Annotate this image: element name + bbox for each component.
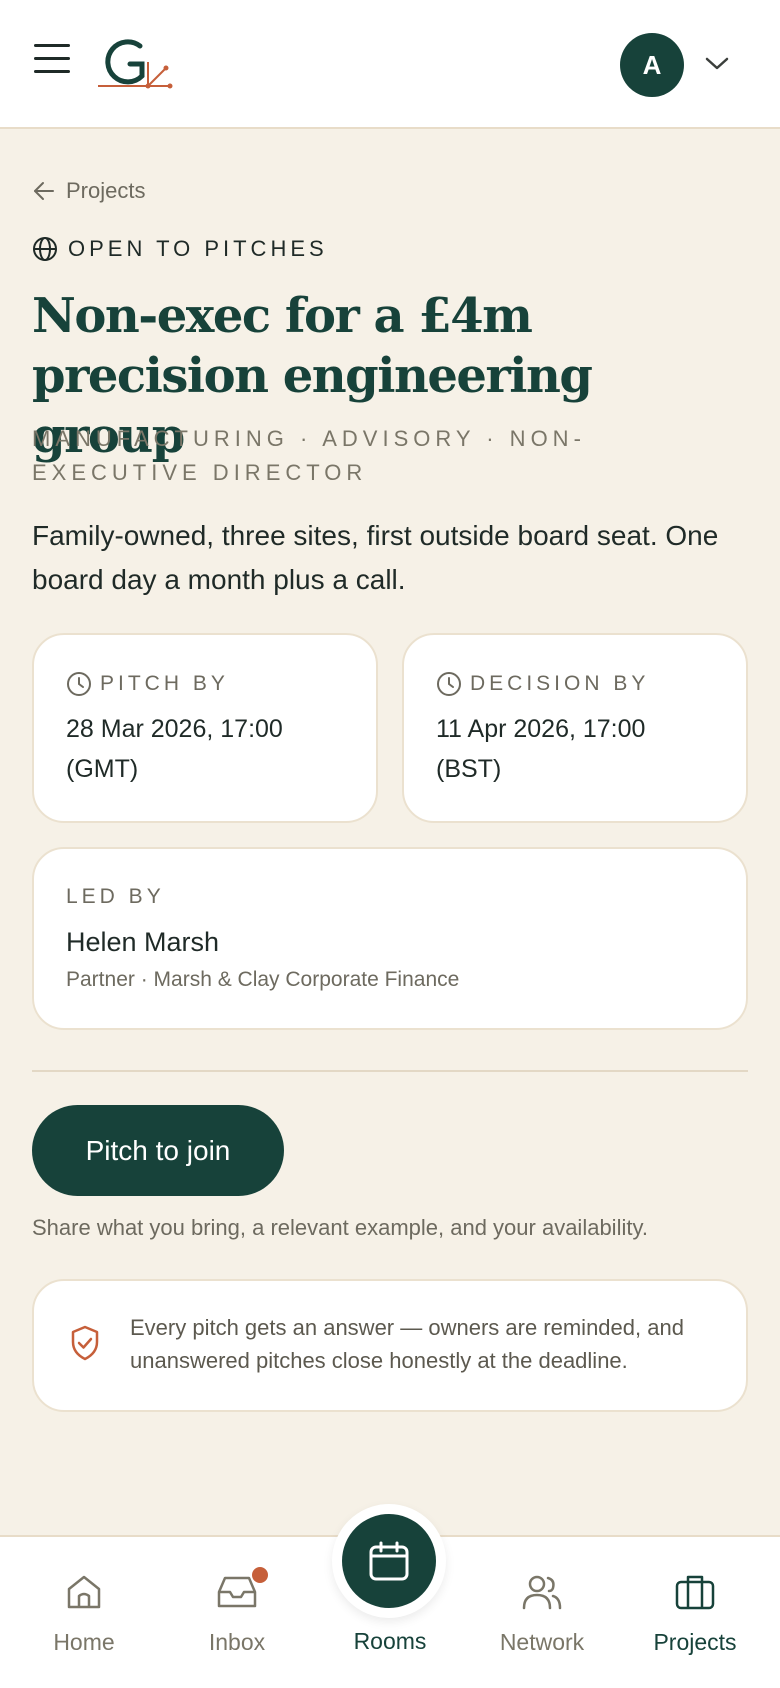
pitch-deadline-card: PITCH BY 28 Mar 2026, 17:00 (GMT)	[32, 633, 378, 823]
project-tags: MANUFACTURING · ADVISORY · NON-EXECUTIVE…	[32, 426, 586, 485]
led-by-label: LED BY	[66, 885, 165, 908]
calendar-icon	[369, 1541, 409, 1581]
nav-projects-label: Projects	[653, 1629, 737, 1655]
nav-network[interactable]: Network	[467, 1567, 617, 1656]
nav-network-label: Network	[499, 1629, 585, 1655]
decision-deadline-label-row: DECISION BY	[436, 671, 714, 697]
pitch-to-join-button[interactable]: Pitch to join	[32, 1105, 284, 1196]
avatar[interactable]: A	[620, 33, 684, 97]
unread-dot	[252, 1567, 268, 1583]
pitch-deadline-value: 28 Mar 2026, 17:00 (GMT)	[66, 715, 283, 783]
nav-inbox[interactable]: Inbox	[162, 1567, 312, 1656]
decision-deadline-card: DECISION BY 11 Apr 2026, 17:00 (BST)	[402, 633, 748, 823]
chevron-down-icon[interactable]	[703, 52, 731, 74]
decision-deadline-label: DECISION BY	[470, 672, 650, 695]
nav-home[interactable]: Home	[9, 1567, 159, 1656]
answer-guarantee-notice: Every pitch gets an answer — owners are …	[32, 1279, 748, 1412]
project-description: Family-owned, three sites, first outside…	[32, 520, 719, 595]
decision-deadline-value: 11 Apr 2026, 17:00 (BST)	[436, 715, 646, 783]
pitch-deadline-label-row: PITCH BY	[66, 671, 344, 697]
divider	[32, 1070, 748, 1072]
back-link-label: Projects	[66, 178, 146, 203]
clock-icon	[437, 672, 461, 696]
back-link[interactable]: Projects	[32, 178, 145, 204]
home-icon	[67, 1575, 101, 1609]
rooms-button[interactable]	[342, 1514, 436, 1608]
led-by-card: LED BY Helen Marsh Partner · Marsh & Cla…	[32, 847, 748, 1030]
top-bar: A	[0, 0, 780, 129]
nav-rooms[interactable]	[332, 1504, 446, 1618]
nav-inbox-label: Inbox	[208, 1629, 266, 1655]
globe-icon	[33, 237, 57, 261]
users-icon	[522, 1575, 562, 1610]
status-badge: OPEN TO PITCHES	[32, 236, 328, 262]
briefcase-icon	[675, 1575, 715, 1610]
pitch-deadline-label: PITCH BY	[100, 672, 229, 695]
status-label: OPEN TO PITCHES	[68, 236, 328, 261]
nav-home-label: Home	[53, 1629, 115, 1655]
shield-check-icon	[71, 1325, 99, 1361]
logo[interactable]	[98, 36, 178, 92]
lead-role: Partner · Marsh & Clay Corporate Finance	[66, 968, 460, 991]
nav-projects[interactable]: Projects	[620, 1567, 770, 1656]
nav-rooms-label: Rooms	[353, 1628, 427, 1654]
arrow-left-icon	[34, 182, 54, 200]
notice-text: Every pitch gets an answer — owners are …	[130, 1315, 684, 1373]
clock-icon	[67, 672, 91, 696]
pitch-hint: Share what you bring, a relevant example…	[32, 1215, 648, 1240]
menu-icon[interactable]	[34, 44, 74, 84]
lead-name: Helen Marsh	[66, 927, 220, 957]
